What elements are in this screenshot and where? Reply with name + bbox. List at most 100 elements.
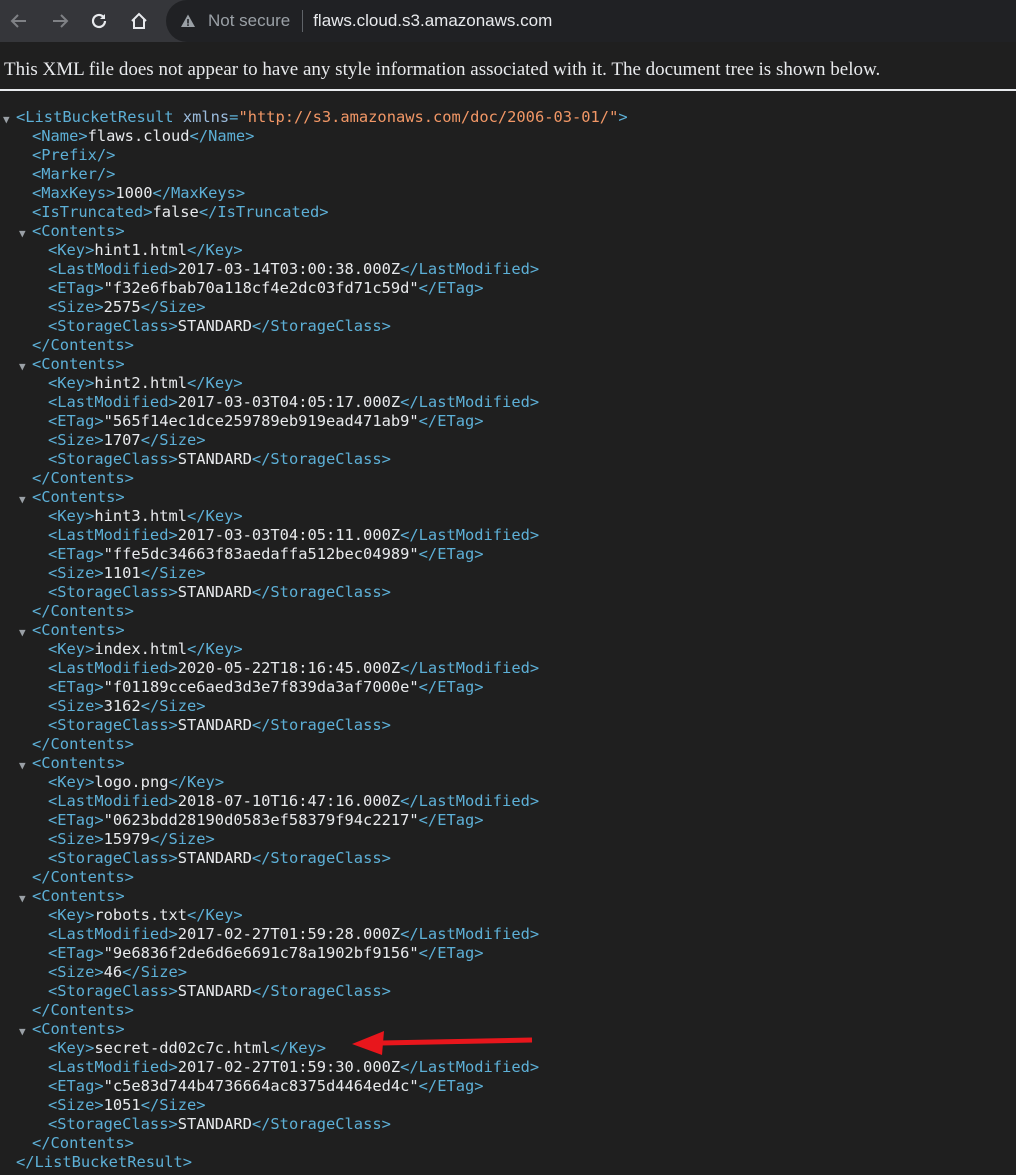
object-storage-class: STANDARD [177, 716, 252, 734]
etag-line: <ETag>"9e6836f2de6d6e6691c78a1902bf9156"… [48, 944, 484, 962]
storage-class-line: <StorageClass>STANDARD</StorageClass> [48, 1115, 391, 1133]
etag-line: <ETag>"ffe5dc34663f83aedaffa512bec04989"… [48, 545, 484, 563]
object-storage-class: STANDARD [177, 583, 252, 601]
not-secure-label[interactable]: Not secure [208, 11, 290, 31]
object-last-modified: 2018-07-10T16:47:16.000Z [177, 792, 401, 810]
key-line: <Key>logo.png</Key> [48, 773, 225, 791]
last-modified-line: <LastModified>2017-02-27T01:59:28.000Z</… [48, 925, 540, 943]
reload-icon [91, 13, 107, 29]
last-modified-line: <LastModified>2017-03-14T03:00:38.000Z</… [48, 260, 540, 278]
key-line: <Key>hint1.html</Key> [48, 241, 243, 259]
object-etag: "0623bdd28190d0583ef58379f94c2217" [103, 811, 419, 829]
header-field: <Marker/> [0, 165, 1016, 184]
object-storage-class: STANDARD [177, 982, 252, 1000]
root-close-line: </ListBucketResult> [0, 1153, 1016, 1172]
home-button[interactable] [127, 9, 151, 33]
back-button[interactable] [7, 9, 31, 33]
last-modified-line: <LastModified>2018-07-10T16:47:16.000Z</… [48, 792, 540, 810]
contents-open-line: ▼ <Contents> [0, 754, 1016, 773]
object-storage-class: STANDARD [177, 450, 252, 468]
root-open-tag: <ListBucketResult [16, 108, 174, 126]
object-size: 1051 [103, 1096, 141, 1114]
storage-class-line: <StorageClass>STANDARD</StorageClass> [48, 317, 391, 335]
size-line: <Size>3162</Size> [48, 697, 206, 715]
contents-open-line: ▼ <Contents> [0, 887, 1016, 906]
field-open-tag: <Name> [32, 127, 88, 145]
key-line: <Key>hint2.html</Key> [48, 374, 243, 392]
contents-close-tag: </Contents> [32, 868, 134, 886]
url-text[interactable]: flaws.cloud.s3.amazonaws.com [313, 11, 552, 31]
key-line: <Key>robots.txt</Key> [48, 906, 243, 924]
field-value: flaws.cloud [87, 127, 190, 145]
contents-open-tag: <Contents> [32, 488, 125, 506]
size-line: <Size>46</Size> [48, 963, 188, 981]
storage-class-line: <StorageClass>STANDARD</StorageClass> [48, 849, 391, 867]
object-last-modified: 2017-03-14T03:00:38.000Z [177, 260, 401, 278]
object-size: 3162 [103, 697, 141, 715]
field-value: false [152, 203, 199, 221]
size-line: <Size>1051</Size> [48, 1096, 206, 1114]
object-size: 1707 [103, 431, 141, 449]
object-size: 2575 [103, 298, 141, 316]
contents-open-tag: <Contents> [32, 355, 125, 373]
xml-document-tree: ▼ <ListBucketResult xmlns="http://s3.amaz… [0, 91, 1016, 1172]
etag-line: <ETag>"565f14ec1dce259789eb919ead471ab9"… [48, 412, 484, 430]
warning-icon [180, 12, 198, 30]
forward-button[interactable] [48, 9, 72, 33]
object-key: robots.txt [94, 906, 188, 924]
object-key: hint2.html [94, 374, 188, 392]
contents-open-line: ▼ <Contents> [0, 222, 1016, 241]
etag-line: <ETag>"0623bdd28190d0583ef58379f94c2217"… [48, 811, 484, 829]
xmlns-attr-value: "http://s3.amazonaws.com/doc/2006-03-01/… [238, 108, 619, 126]
header-field: <MaxKeys>1000</MaxKeys> [0, 184, 1016, 203]
object-key: index.html [94, 640, 188, 658]
object-storage-class: STANDARD [177, 317, 252, 335]
reload-button[interactable] [87, 9, 111, 33]
xml-style-notice: This XML file does not appear to have an… [0, 42, 1016, 91]
contents-open-line: ▼ <Contents> [0, 355, 1016, 374]
object-last-modified: 2017-03-03T04:05:11.000Z [177, 526, 401, 544]
contents-close-tag: </Contents> [32, 1001, 134, 1019]
object-key: logo.png [94, 773, 169, 791]
contents-close-line: </Contents> [0, 602, 1016, 621]
object-last-modified: 2017-02-27T01:59:30.000Z [177, 1058, 401, 1076]
contents-open-tag: <Contents> [32, 887, 125, 905]
contents-close-line: </Contents> [0, 735, 1016, 754]
etag-line: <ETag>"c5e83d744b4736664ac8375d4464ed4c"… [48, 1077, 484, 1095]
address-bar[interactable]: Not secure flaws.cloud.s3.amazonaws.com [166, 0, 1016, 42]
contents-open-line: ▼ <Contents> [0, 488, 1016, 507]
contents-close-line: </Contents> [0, 469, 1016, 488]
size-line: <Size>2575</Size> [48, 298, 206, 316]
header-field: <Prefix/> [0, 146, 1016, 165]
contents-close-tag: </Contents> [32, 602, 134, 620]
object-storage-class: STANDARD [177, 849, 252, 867]
contents-close-tag: </Contents> [32, 735, 134, 753]
contents-close-tag: </Contents> [32, 1134, 134, 1152]
field-open-tag: <Marker/> [32, 165, 116, 183]
size-line: <Size>1707</Size> [48, 431, 206, 449]
contents-open-tag: <Contents> [32, 222, 125, 240]
object-etag: "f01189cce6aed3d3e7f839da3af7000e" [103, 678, 419, 696]
root-close-tag: </ListBucketResult> [16, 1153, 193, 1171]
etag-line: <ETag>"f32e6fbab70a118cf4e2dc03fd71c59d"… [48, 279, 484, 297]
contents-open-tag: <Contents> [32, 621, 125, 639]
contents-open-line: ▼ <Contents> [0, 621, 1016, 640]
object-key: hint1.html [94, 241, 188, 259]
field-value: 1000 [115, 184, 153, 202]
contents-close-tag: </Contents> [32, 336, 134, 354]
storage-class-line: <StorageClass>STANDARD</StorageClass> [48, 982, 391, 1000]
contents-close-tag: </Contents> [32, 469, 134, 487]
key-line: <Key>hint3.html</Key> [48, 507, 243, 525]
last-modified-line: <LastModified>2020-05-22T18:16:45.000Z</… [48, 659, 540, 677]
browser-toolbar: Not secure flaws.cloud.s3.amazonaws.com [0, 0, 1016, 42]
object-size: 15979 [103, 830, 150, 848]
object-etag: "ffe5dc34663f83aedaffa512bec04989" [103, 545, 419, 563]
object-etag: "565f14ec1dce259789eb919ead471ab9" [103, 412, 419, 430]
field-close-tag: </Name> [189, 127, 255, 145]
etag-line: <ETag>"f01189cce6aed3d3e7f839da3af7000e"… [48, 678, 484, 696]
object-etag: "9e6836f2de6d6e6691c78a1902bf9156" [103, 944, 419, 962]
header-field: <Name>flaws.cloud</Name> [0, 127, 1016, 146]
contents-open-tag: <Contents> [32, 754, 125, 772]
header-field: <IsTruncated>false</IsTruncated> [0, 203, 1016, 222]
storage-class-line: <StorageClass>STANDARD</StorageClass> [48, 450, 391, 468]
